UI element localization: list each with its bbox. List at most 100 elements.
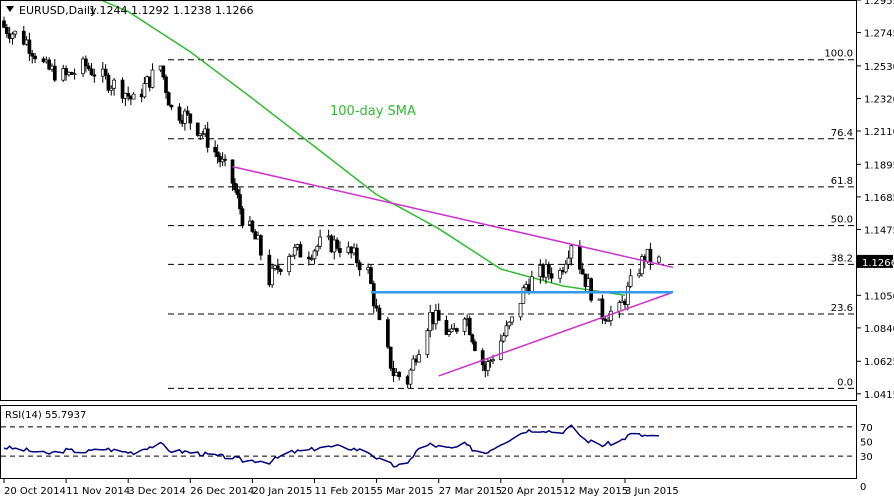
bull-candle xyxy=(73,74,76,75)
bear-candle xyxy=(601,299,604,319)
y-tick-label: 1.2530 xyxy=(864,62,894,73)
fib-level-label: 23.6 xyxy=(831,303,853,314)
bear-candle xyxy=(386,320,389,347)
bull-candle xyxy=(570,246,573,258)
bear-candle xyxy=(170,105,173,107)
y-tick-label: 1.2955 xyxy=(864,0,894,7)
bear-candle xyxy=(231,160,234,183)
fib-level-label: 50.0 xyxy=(831,215,853,226)
bull-candle xyxy=(313,251,316,259)
bull-candle xyxy=(319,237,322,246)
bull-candle xyxy=(151,70,154,87)
bear-candle xyxy=(178,107,181,120)
bear-candle xyxy=(84,59,87,66)
rsi-header: RSI(14) 55.7937 xyxy=(5,410,86,421)
bear-candle xyxy=(90,69,93,75)
rsi-tick-label: 50 xyxy=(860,438,873,449)
y-tick-label: 1.1685 xyxy=(864,193,894,204)
y-tick-label: 1.0625 xyxy=(864,357,894,368)
bear-candle xyxy=(28,40,31,53)
bull-candle xyxy=(502,336,505,341)
x-tick-label: 11 Nov 2014 xyxy=(66,486,130,497)
x-tick-label: 27 Mar 2015 xyxy=(439,486,502,497)
bear-candle xyxy=(53,66,56,80)
bear-candle xyxy=(189,114,192,123)
bull-candle xyxy=(448,332,451,335)
x-tick-label: 12 May 2015 xyxy=(563,486,628,497)
x-tick-label: 11 Feb 2015 xyxy=(315,486,377,497)
header: EURUSD,Daily 1.1244 1.1292 1.1238 1.1266 xyxy=(6,4,253,17)
x-tick-label: 3 Dec 2014 xyxy=(128,486,186,497)
x-tick-label: 20 Jan 2015 xyxy=(252,486,312,497)
bull-candle xyxy=(499,341,502,360)
bull-candle xyxy=(505,326,508,336)
bear-candle xyxy=(398,372,401,376)
fib-level-label: 0.0 xyxy=(837,377,853,388)
bear-candle xyxy=(481,351,484,365)
y-tick-label: 1.2110 xyxy=(864,127,894,138)
bull-candle xyxy=(657,257,660,262)
bear-candle xyxy=(581,269,584,274)
bear-candle xyxy=(473,342,476,351)
bear-candle xyxy=(276,266,279,270)
bear-candle xyxy=(167,93,170,106)
bull-candle xyxy=(271,268,274,285)
x-tick-label: 3 Jun 2015 xyxy=(625,486,679,497)
bull-candle xyxy=(113,80,116,88)
bear-candle xyxy=(355,248,358,263)
bear-candle xyxy=(455,329,458,332)
bull-candle xyxy=(564,264,567,272)
bear-candle xyxy=(336,240,339,248)
bull-candle xyxy=(530,277,533,292)
ohlc-readout: 1.1244 1.1292 1.1238 1.1266 xyxy=(89,4,253,17)
bull-candle xyxy=(508,322,511,326)
y-tick-label: 1.0840 xyxy=(864,324,894,335)
rsi-title: RSI(14) 55.7937 xyxy=(5,410,86,421)
fib-level-label: 61.8 xyxy=(831,176,853,187)
x-tick-label: 20 Apr 2015 xyxy=(501,486,563,497)
bear-candle xyxy=(468,318,471,334)
bear-candle xyxy=(186,111,189,114)
bear-candle xyxy=(369,268,372,284)
bull-candle xyxy=(14,31,17,34)
rsi-tick-label: 0 xyxy=(860,482,866,493)
y-tick-label: 1.1895 xyxy=(864,160,894,171)
bear-candle xyxy=(578,246,581,269)
bear-candle xyxy=(206,129,209,147)
bull-candle xyxy=(522,288,525,304)
current-price-tag: 1.1266 xyxy=(857,255,894,269)
bear-candle xyxy=(3,21,6,27)
bear-candle xyxy=(234,183,237,189)
bull-candle xyxy=(626,286,629,304)
bull-candle xyxy=(567,258,570,264)
bull-candle xyxy=(492,360,495,361)
bear-candle xyxy=(378,308,381,320)
y-tick-label: 1.1050 xyxy=(864,291,894,302)
bull-candle xyxy=(143,84,146,97)
bear-candle xyxy=(93,75,96,76)
fib-level-label: 76.4 xyxy=(831,128,853,139)
bear-candle xyxy=(31,53,34,56)
y-tick-label: 1.0415 xyxy=(864,390,894,401)
bull-candle xyxy=(609,311,612,320)
bull-candle xyxy=(293,247,296,255)
bear-candle xyxy=(338,248,341,252)
bull-candle xyxy=(132,94,135,99)
x-tick-label: 5 Mar 2015 xyxy=(377,486,434,497)
rsi-tick-label: 30 xyxy=(860,452,873,463)
bear-candle xyxy=(649,249,652,262)
bear-candle xyxy=(251,221,254,231)
bear-candle xyxy=(5,27,8,33)
bull-candle xyxy=(11,34,14,38)
bull-candle xyxy=(511,317,514,322)
fib-level-label: 38.2 xyxy=(831,253,853,264)
price-tag-text: 1.1266 xyxy=(862,258,894,269)
bull-candle xyxy=(316,246,319,251)
bull-candle xyxy=(629,276,632,286)
bear-candle xyxy=(590,279,593,301)
bear-candle xyxy=(372,284,375,306)
bull-candle xyxy=(463,319,466,331)
chart-background xyxy=(0,0,894,498)
bear-candle xyxy=(550,274,553,279)
bull-candle xyxy=(288,257,291,272)
